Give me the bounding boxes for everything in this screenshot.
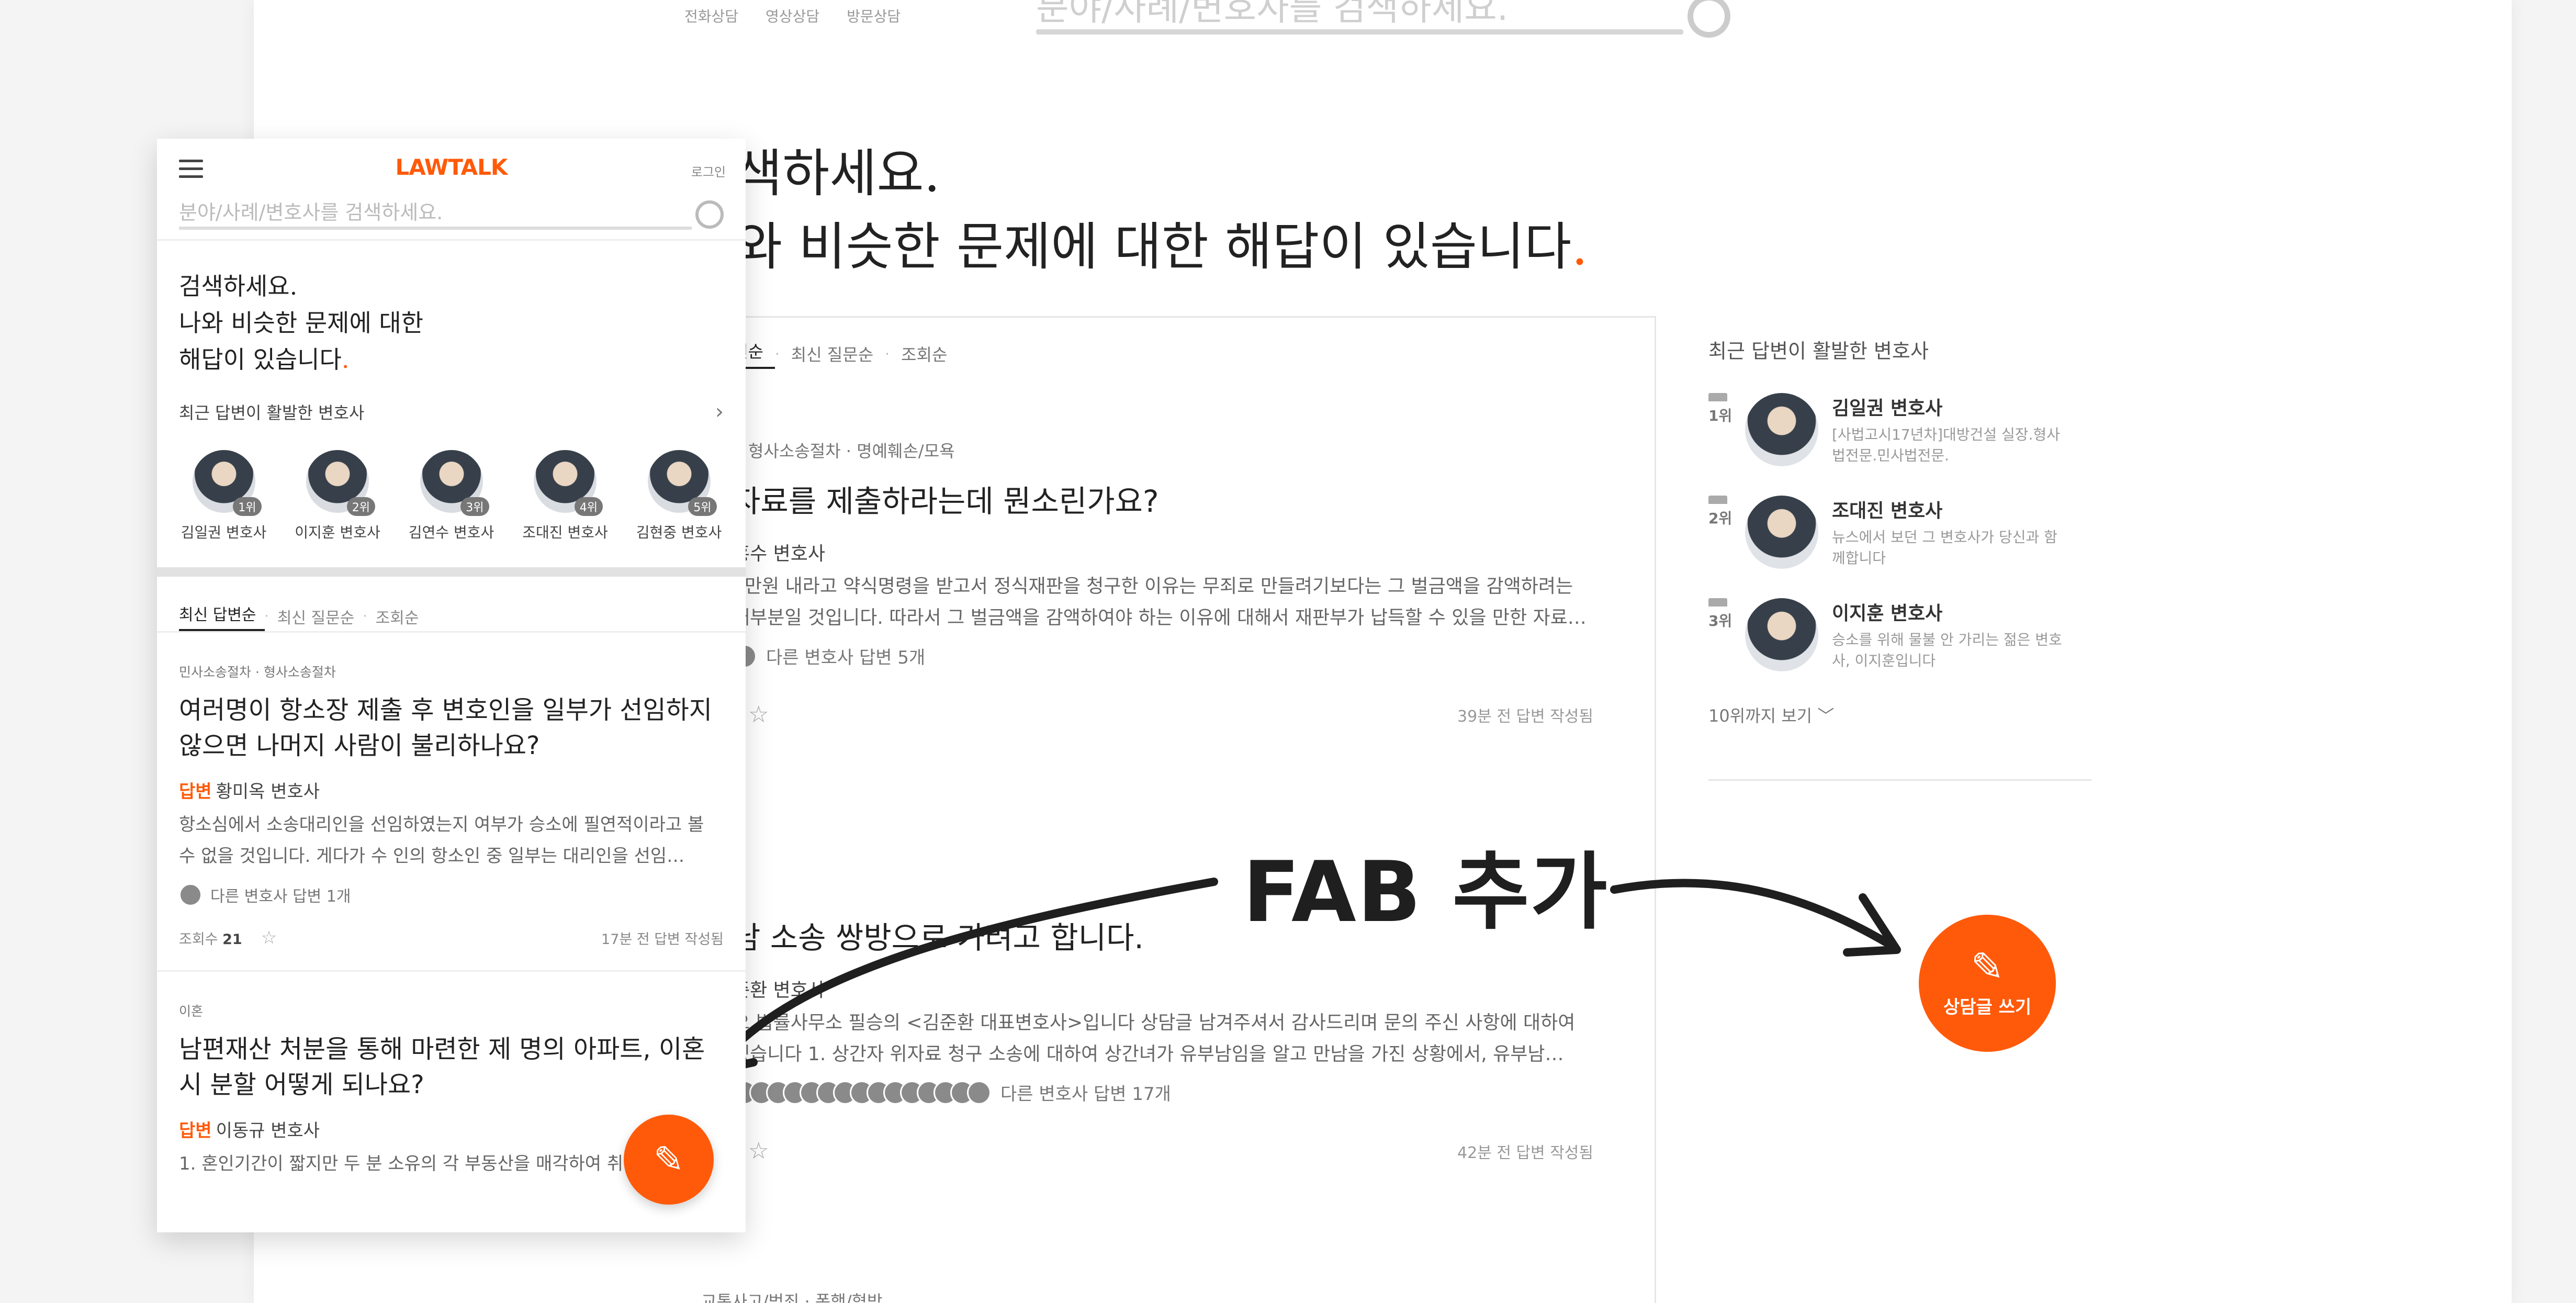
other-answers[interactable]: 다른 변호사 답변 1개 [179, 883, 724, 906]
view-count: 조회수 21 [179, 931, 242, 948]
active-lawyers-link[interactable]: 최근 답변이 활발한 변호사 › [179, 400, 724, 424]
rank-badge: 1위 [233, 497, 262, 516]
avatar: 3위 [420, 450, 489, 516]
divider [157, 631, 746, 633]
divider [157, 239, 746, 241]
rank-badge: 2위 [346, 497, 375, 516]
question-title[interactable]: 여러명이 항소장 제출 후 변호인을 일부가 선임하지 않으면 나머지 사람이 … [179, 692, 724, 763]
tab-latest-answer[interactable]: 최신 답변순 [179, 602, 265, 631]
lawyer-carousel: 1위 김일권 변호사 2위 이지훈 변호사 3위 김연수 변호사 4위 조대진 … [178, 450, 725, 542]
rank-badge: 3위 [460, 497, 489, 516]
page: 전화상담 영상상담 방문상담 분야/사례/변호사를 검색하세요. 색하세요. 와… [0, 0, 2576, 1303]
mobile-search-field[interactable]: 분야/사례/변호사를 검색하세요. [179, 196, 724, 233]
search-icon[interactable] [695, 200, 724, 229]
question-category: 이혼 [179, 1004, 204, 1019]
arrow-to-mobile-fab [715, 878, 1218, 1066]
mobile-mockup: LAWTALK 로그인 분야/사례/변호사를 검색하세요. 검색하세요. 나와 … [157, 139, 746, 1232]
question-category: 민사소송절차 · 형사소송절차 [179, 665, 336, 680]
lawyer-avatar-item[interactable]: 5위 김현중 변호사 [633, 450, 725, 542]
question-title[interactable]: 남편재산 처분을 통해 마련한 제 명의 아파트, 이혼 시 분할 어떻게 되나… [179, 1031, 724, 1103]
write-consult-fab-mobile[interactable]: ✎ [624, 1115, 714, 1205]
avatar: 5위 [647, 450, 717, 516]
avatar [179, 883, 202, 906]
answer-excerpt: 항소심에서 소송대리인을 선임하였는지 여부가 승소에 필연적이라고 볼 수 없… [179, 814, 704, 867]
lawyer-avatar-item[interactable]: 3위 김연수 변호사 [406, 450, 497, 542]
avatar: 4위 [534, 450, 603, 516]
search-underline [179, 227, 692, 230]
mobile-header: LAWTALK 로그인 [157, 139, 746, 196]
rank-badge: 4위 [574, 497, 603, 516]
lawyer-name: 김현중 변호사 [636, 524, 722, 541]
avatar: 1위 [192, 450, 262, 516]
bookmark-star-icon[interactable]: ☆ [261, 927, 277, 948]
mobile-hero-heading: 검색하세요. 나와 비슷한 문제에 대한 해답이 있습니다. [179, 272, 424, 374]
avatar: 2위 [306, 450, 375, 516]
lawyer-name: 조대진 변호사 [522, 524, 608, 541]
answer-lawyer: 답변 황미옥 변호사 [179, 781, 320, 802]
lawyer-name: 김일권 변호사 [181, 524, 267, 541]
lawyer-avatar-item[interactable]: 2위 이지훈 변호사 [292, 450, 384, 542]
section-divider [157, 567, 746, 577]
mobile-sort-tabs: 최신 답변순 · 최신 질문순 · 조회순 [179, 602, 724, 631]
active-lawyers-title: 최근 답변이 활발한 변호사 [179, 403, 365, 423]
question-card[interactable]: 민사소송절차 · 형사소송절차 여러명이 항소장 제출 후 변호인을 일부가 선… [179, 662, 724, 948]
lawyer-avatar-item[interactable]: 4위 조대진 변호사 [520, 450, 611, 542]
question-footer: 조회수 21 ☆ 17분 전 답변 작성됨 [179, 927, 724, 948]
tab-latest-question[interactable]: 최신 질문순 [269, 605, 363, 628]
lawyer-name: 이지훈 변호사 [295, 524, 380, 541]
arrow-to-desktop-fab [1610, 879, 1898, 951]
divider [157, 970, 746, 972]
tab-most-viewed[interactable]: 조회순 [367, 605, 428, 628]
chevron-right-icon: › [715, 400, 724, 424]
lawyer-name: 김연수 변호사 [408, 524, 494, 541]
login-link[interactable]: 로그인 [691, 162, 726, 180]
rank-badge: 5위 [688, 497, 717, 516]
lawyer-avatar-item[interactable]: 1위 김일권 변호사 [178, 450, 269, 542]
search-input[interactable]: 분야/사례/변호사를 검색하세요. [179, 196, 724, 225]
lawtalk-logo[interactable]: LAWTALK [157, 154, 746, 180]
pencil-icon: ✎ [653, 1138, 684, 1181]
answer-time: 17분 전 답변 작성됨 [601, 931, 724, 948]
annotation-label: FAB 추가 [1243, 843, 1608, 941]
